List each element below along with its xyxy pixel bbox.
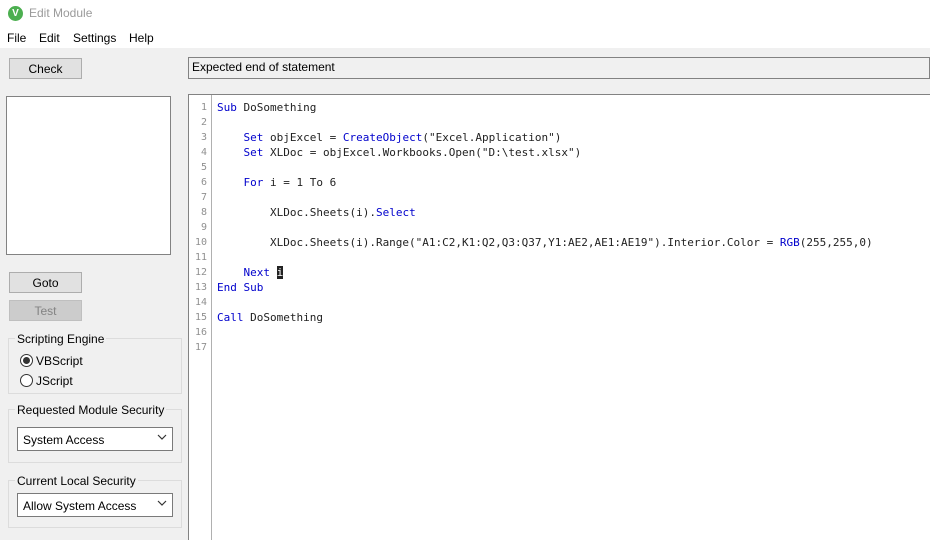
test-button[interactable]: Test (9, 300, 82, 321)
line-number: 9 (200, 222, 207, 233)
code-line: XLDoc.Sheets(i).Select (217, 205, 416, 220)
menu-settings[interactable]: Settings (73, 31, 116, 45)
code-token: ("Excel.Application") (422, 131, 562, 144)
code-line: Set objExcel = CreateObject("Excel.Appli… (217, 130, 562, 145)
code-line: Sub DoSomething (217, 100, 316, 115)
menu-help[interactable]: Help (129, 31, 154, 45)
line-number: 5 (200, 162, 207, 173)
title-bar: V Edit Module (0, 0, 930, 28)
line-number: 1 (200, 102, 207, 113)
local-security-select[interactable]: Allow System Access (17, 493, 173, 517)
radio-checked-icon (20, 354, 33, 367)
line-number: 8 (200, 207, 207, 218)
check-button[interactable]: Check (9, 58, 82, 79)
line-number: 11 (194, 252, 207, 263)
line-number: 10 (194, 237, 207, 248)
code-keyword: Sub (217, 101, 237, 114)
requested-security-select[interactable]: System Access (17, 427, 173, 451)
line-number: 15 (194, 312, 207, 323)
code-token: i = 1 To 6 (263, 176, 337, 189)
line-number: 13 (194, 282, 207, 293)
goto-button[interactable]: Goto (9, 272, 82, 293)
scripting-engine-group (8, 338, 182, 394)
chevron-down-icon (157, 500, 167, 506)
line-number: 17 (194, 342, 207, 353)
requested-security-value: System Access (23, 433, 105, 447)
code-editor[interactable]: 1 2 3 4 5 6 7 8 9 10 11 12 13 14 15 16 17 Sub DoSomethin… (188, 94, 930, 540)
code-keyword: Set (243, 131, 264, 144)
code-line: For i = 1 To 6 (217, 175, 337, 190)
line-number: 4 (200, 147, 207, 158)
line-number: 12 (194, 267, 207, 278)
code-token: DoSomething (236, 101, 317, 114)
scripting-engine-title: Scripting Engine (15, 332, 107, 346)
code-keyword: End Sub (217, 281, 264, 294)
code-token: XLDoc.Sheets(i). (217, 206, 376, 219)
line-number: 3 (200, 132, 207, 143)
code-token: DoSomething (243, 311, 323, 324)
requested-security-title: Requested Module Security (15, 403, 167, 417)
radio-unchecked-icon (20, 374, 33, 387)
line-number: 2 (200, 117, 207, 128)
line-number: 7 (200, 192, 207, 203)
code-selection: i (276, 266, 284, 279)
local-security-title: Current Local Security (15, 474, 138, 488)
code-line: Set XLDoc = objExcel.Workbooks.Open("D:\… (217, 145, 582, 160)
code-token: objExcel = (263, 131, 343, 144)
menu-bar: File Edit Settings Help (0, 28, 930, 48)
line-number: 14 (194, 297, 207, 308)
code-keyword: Call (217, 311, 244, 324)
code-token: XLDoc = objExcel.Workbooks.Open("D:\test… (263, 146, 582, 159)
local-security-value: Allow System Access (23, 499, 137, 513)
status-message: Expected end of statement (188, 57, 930, 79)
function-list[interactable] (6, 96, 171, 255)
code-keyword: CreateObject (342, 131, 423, 144)
menu-edit[interactable]: Edit (39, 31, 60, 45)
line-number: 16 (194, 327, 207, 338)
code-keyword: RGB (779, 236, 800, 249)
app-logo-icon: V (8, 6, 23, 21)
line-number: 6 (200, 177, 207, 188)
code-keyword: Next (243, 266, 271, 279)
code-keyword: Select (375, 206, 416, 219)
code-keyword: Set (243, 146, 264, 159)
code-line: End Sub (217, 280, 263, 295)
jscript-label: JScript (36, 374, 73, 388)
code-keyword: For (243, 176, 264, 189)
chevron-down-icon (157, 434, 167, 440)
code-line: XLDoc.Sheets(i).Range("A1:C2,K1:Q2,Q3:Q3… (217, 235, 873, 250)
window-title: Edit Module (29, 6, 93, 20)
line-number-gutter: 1 2 3 4 5 6 7 8 9 10 11 12 13 14 15 16 17 (189, 95, 212, 540)
vbscript-label: VBScript (36, 354, 83, 368)
menu-file[interactable]: File (7, 31, 26, 45)
code-token: (255,255,0) (799, 236, 873, 249)
code-token: XLDoc.Sheets(i).Range("A1:C2,K1:Q2,Q3:Q3… (217, 236, 780, 249)
code-line: Next i (217, 265, 284, 280)
code-line: Call DoSomething (217, 310, 323, 325)
